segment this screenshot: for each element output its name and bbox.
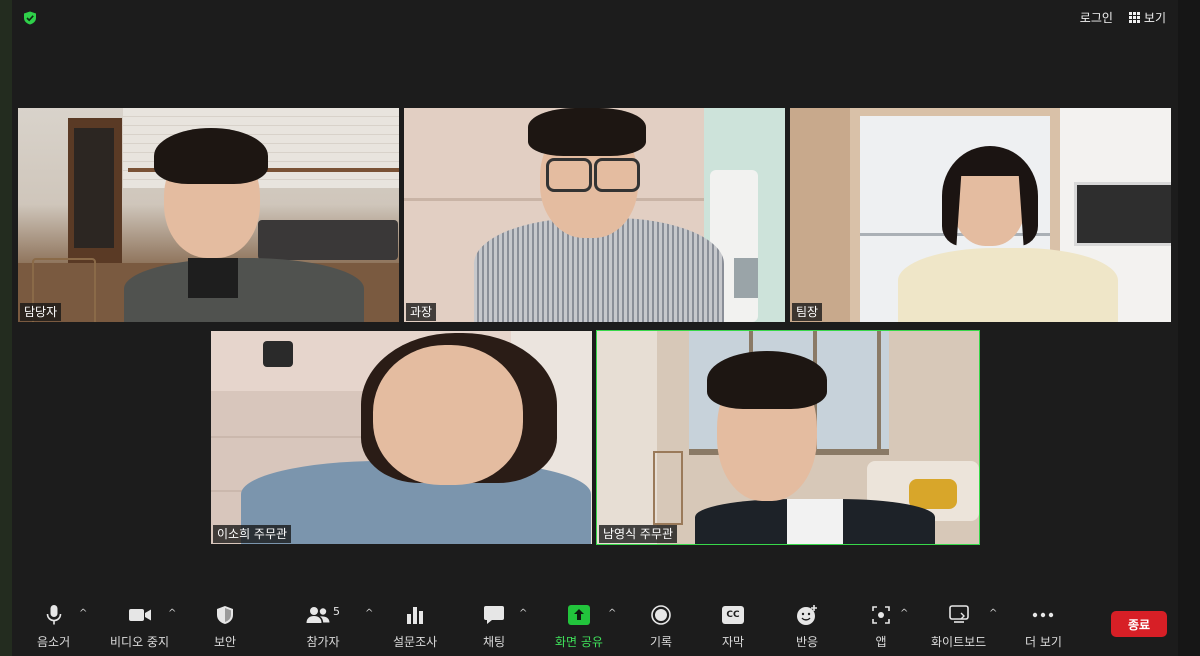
end-meeting-button[interactable]: 종료 (1111, 611, 1167, 637)
video-feed (597, 331, 979, 544)
microphone-icon (46, 605, 61, 625)
window-edge-left (0, 0, 12, 656)
participant-name: 이소희 주무관 (213, 525, 292, 543)
share-options-caret[interactable]: ^ (608, 608, 616, 619)
video-feed (790, 108, 1171, 322)
stop-video-button[interactable]: 비디오 중지 (110, 603, 169, 650)
mute-options-caret[interactable]: ^ (79, 608, 87, 619)
video-tile-nam-youngsik[interactable]: 남영식 주무관 (596, 330, 980, 545)
apps-options-caret[interactable]: ^ (900, 608, 908, 619)
video-tile-gwajang[interactable]: 과장 (404, 108, 785, 322)
top-right-controls: 로그인 보기 (1080, 9, 1166, 26)
chat-button[interactable]: 채팅 (481, 603, 507, 650)
ellipsis-icon (1033, 612, 1054, 618)
apps-icon (872, 606, 890, 624)
share-screen-button[interactable]: 화면 공유 (555, 603, 603, 650)
video-feed (404, 108, 785, 322)
video-tile-lee-sohee[interactable]: 이소희 주무관 (211, 331, 592, 544)
view-label: 보기 (1143, 11, 1166, 25)
chat-bubble-icon (484, 606, 504, 624)
share-screen-label: 화면 공유 (555, 635, 603, 649)
bar-chart-icon (407, 607, 424, 624)
security-button[interactable]: 보안 (212, 603, 238, 650)
people-icon (306, 607, 330, 623)
participant-name: 남영식 주무관 (599, 525, 678, 543)
participant-name: 팀장 (792, 303, 823, 321)
video-tile-timjang[interactable]: 팀장 (790, 108, 1171, 322)
emoji-plus-icon (797, 605, 817, 625)
participant-name: 담당자 (20, 303, 62, 321)
participants-button[interactable]: 5 참가자 (303, 603, 343, 650)
shield-check-icon[interactable] (23, 11, 37, 25)
participants-label: 참가자 (306, 635, 340, 649)
video-feed (18, 108, 399, 322)
more-button[interactable]: 더 보기 (1025, 603, 1062, 650)
record-label: 기록 (649, 635, 673, 649)
security-label: 보안 (213, 635, 237, 649)
cc-icon: CC (722, 606, 744, 624)
participant-name: 과장 (406, 303, 437, 321)
captions-button[interactable]: CC 자막 (720, 603, 746, 650)
apps-button[interactable]: 앱 (868, 603, 894, 650)
more-label: 더 보기 (1025, 635, 1062, 649)
reactions-button[interactable]: 반응 (794, 603, 820, 650)
mute-button[interactable]: 음소거 (37, 603, 70, 650)
record-button[interactable]: 기록 (648, 603, 674, 650)
video-camera-icon (128, 609, 151, 621)
apps-label: 앱 (875, 635, 887, 649)
captions-label: 자막 (721, 635, 745, 649)
meeting-window (12, 0, 1178, 656)
video-tile-damdangja[interactable]: 담당자 (18, 108, 399, 322)
mute-label: 음소거 (37, 635, 71, 649)
reactions-label: 반응 (795, 635, 819, 649)
grid-icon (1128, 12, 1140, 23)
stop-video-label: 비디오 중지 (110, 635, 170, 649)
window-edge-right (1178, 0, 1200, 656)
polls-button[interactable]: 설문조사 (393, 603, 437, 650)
chat-options-caret[interactable]: ^ (519, 608, 527, 619)
record-icon (651, 605, 671, 625)
whiteboard-label: 화이트보드 (931, 635, 987, 649)
participant-count: 5 (333, 604, 340, 618)
whiteboard-icon (948, 605, 969, 623)
chat-label: 채팅 (482, 635, 506, 649)
share-arrow-icon (567, 605, 590, 625)
view-button[interactable]: 보기 (1128, 9, 1166, 26)
whiteboard-button[interactable]: 화이트보드 (931, 603, 986, 650)
video-options-caret[interactable]: ^ (168, 608, 176, 619)
shield-icon (217, 606, 233, 624)
whiteboard-options-caret[interactable]: ^ (989, 608, 997, 619)
login-button[interactable]: 로그인 (1080, 9, 1113, 26)
video-feed (211, 331, 592, 544)
participants-options-caret[interactable]: ^ (365, 608, 373, 619)
polls-label: 설문조사 (393, 635, 438, 649)
